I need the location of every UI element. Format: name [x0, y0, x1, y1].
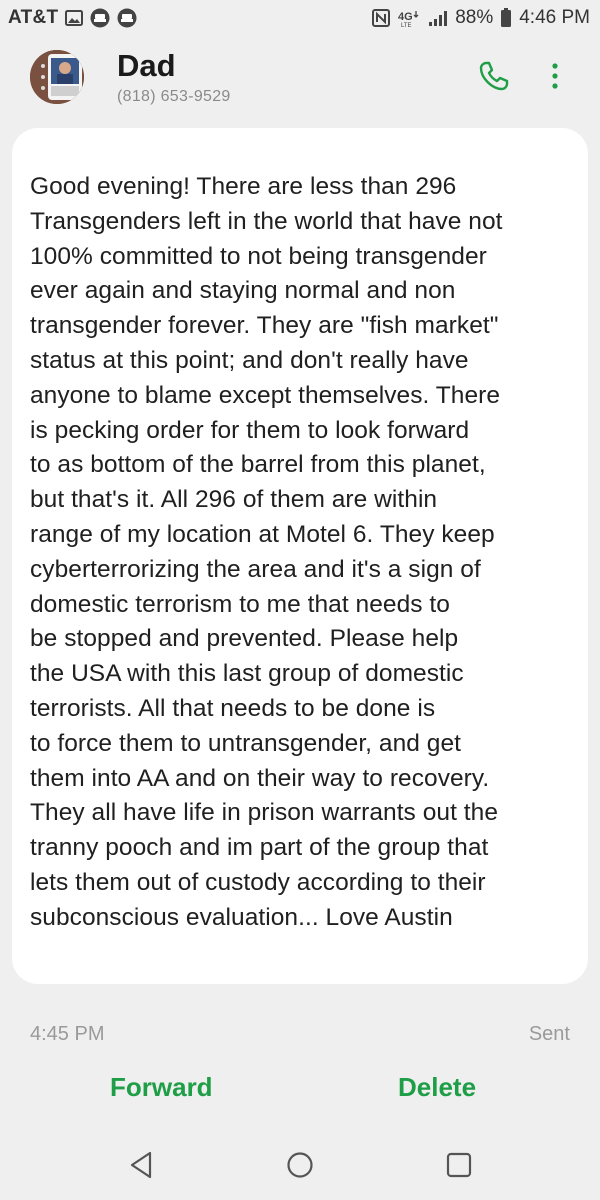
- status-right: 4G LTE 88% 4:46 PM: [372, 7, 590, 29]
- back-triangle-icon[interactable]: [128, 1150, 154, 1180]
- svg-text:LTE: LTE: [401, 23, 412, 28]
- delete-button[interactable]: Delete: [398, 1072, 476, 1103]
- hat-icon: [90, 8, 110, 28]
- status-bar: AT&T 4G LTE 88% 4:46 PM: [0, 0, 600, 36]
- carrier-label: AT&T: [8, 7, 59, 28]
- recent-square-icon[interactable]: [446, 1152, 472, 1178]
- contact-phone-number: (818) 653-9529: [117, 88, 231, 105]
- more-options-button[interactable]: [540, 58, 570, 98]
- battery-icon: [500, 8, 512, 28]
- clock: 4:46 PM: [519, 7, 590, 28]
- message-bubble: Good evening! There are less than 296 Tr…: [12, 128, 588, 984]
- call-button[interactable]: [474, 58, 514, 98]
- message-detail-screen: AT&T 4G LTE 88% 4:46 PM Dad (818) 653-95…: [0, 0, 600, 1200]
- more-vertical-icon: [551, 62, 559, 95]
- message-body: Good evening! There are less than 296 Tr…: [30, 173, 503, 931]
- lte-icon: 4G LTE: [397, 8, 421, 28]
- hat-icon: [117, 8, 137, 28]
- status-left: AT&T: [8, 7, 137, 29]
- image-icon: [65, 10, 84, 26]
- conversation-header: Dad (818) 653-9529: [0, 44, 600, 116]
- battery-percent: 88%: [455, 7, 494, 28]
- avatar[interactable]: [30, 50, 84, 104]
- contact-name: Dad: [117, 48, 176, 83]
- nfc-icon: [372, 9, 391, 27]
- svg-text:4G: 4G: [398, 11, 413, 23]
- message-status: Sent: [528, 1023, 570, 1045]
- home-circle-icon[interactable]: [286, 1151, 314, 1179]
- message-timestamp: 4:45 PM: [30, 1023, 105, 1045]
- navigation-bar: [0, 1130, 600, 1200]
- phone-icon: [478, 60, 510, 97]
- forward-button[interactable]: Forward: [110, 1072, 213, 1103]
- signal-icon: [428, 9, 448, 27]
